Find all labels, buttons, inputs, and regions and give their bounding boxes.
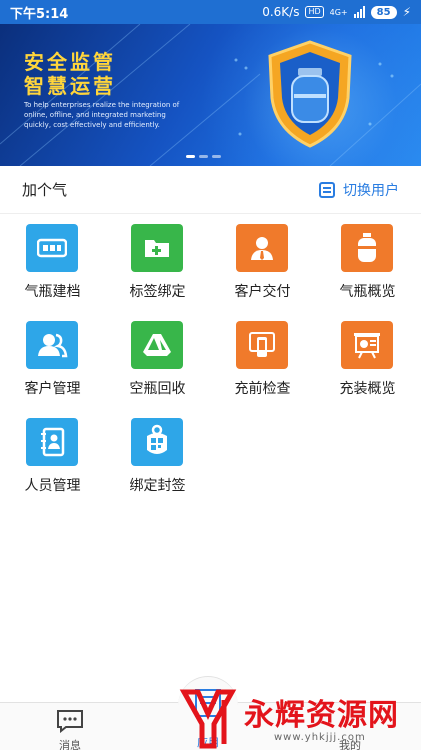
app-label: 标签绑定 (129, 284, 186, 300)
network-type: 4G+ (329, 7, 348, 17)
signal-icon (353, 6, 365, 18)
users-icon (26, 321, 78, 369)
switch-user-label: 切换用户 (343, 182, 399, 199)
app-label: 人员管理 (24, 478, 81, 494)
hd-badge: HD (305, 6, 324, 18)
app-label: 气瓶概览 (339, 284, 396, 300)
qr-tag-icon (131, 418, 183, 466)
app-tile-empty-recycle[interactable]: 空瓶回收 (105, 311, 210, 407)
banner-title: 安全监管 智慧运营 (24, 50, 116, 98)
network-speed: 0.6K/s (262, 5, 300, 19)
switch-icon (319, 181, 335, 198)
folder-plus-icon (131, 224, 183, 272)
app-label: 客户交付 (234, 284, 291, 300)
phone-check-icon (236, 321, 288, 369)
battery-level: 85 (370, 5, 397, 19)
company-name: 加个气 (22, 181, 68, 199)
app-label: 客户管理 (24, 381, 81, 397)
person-icon (236, 224, 288, 272)
app-tile-customer-delivery[interactable]: 客户交付 (210, 214, 315, 310)
app-tile-cylinder-archive[interactable]: 气瓶建档 (0, 214, 105, 310)
status-indicators: 0.6K/s HD 4G+ 85 ⚡ (262, 5, 411, 19)
banner-description: To help enterprises realize the integrat… (24, 101, 180, 129)
recycle-icon (131, 321, 183, 369)
carousel-indicator[interactable] (186, 155, 221, 158)
app-tile-cylinder-overview[interactable]: 气瓶概览 (315, 214, 420, 310)
app-label: 绑定封签 (129, 478, 186, 494)
app-label: 充装概览 (339, 381, 396, 397)
app-tile-staff-management[interactable]: 人员管理 (0, 408, 105, 504)
app-tile-customer-management[interactable]: 客户管理 (0, 311, 105, 407)
id-card-icon (26, 224, 78, 272)
app-label: 气瓶建档 (24, 284, 81, 300)
app-label: 空瓶回收 (129, 381, 186, 397)
app-tile-prefill-check[interactable]: 充前检查 (210, 311, 315, 407)
carousel-dot[interactable] (212, 155, 221, 158)
presentation-icon (341, 321, 393, 369)
app-tile-filling-overview[interactable]: 充装概览 (315, 311, 420, 407)
app-tile-tag-binding[interactable]: 标签绑定 (105, 214, 210, 310)
app-tile-bind-seal[interactable]: 绑定封签 (105, 408, 210, 504)
carousel-dot[interactable] (186, 155, 195, 158)
watermark-url: www.yhkjjj.com (274, 732, 366, 743)
company-header: 加个气 切换用户 (0, 166, 421, 214)
chat-icon (57, 710, 83, 733)
contacts-book-icon (26, 418, 78, 466)
watermark: 永辉资源网 www.yhkjjj.com (178, 686, 421, 750)
nav-messages-label: 消息 (59, 739, 81, 750)
status-time: 下午5:14 (10, 6, 69, 22)
banner-title-line2: 智慧运营 (24, 74, 116, 98)
charging-icon: ⚡ (402, 5, 411, 19)
switch-user-button[interactable]: 切换用户 (319, 180, 399, 200)
carousel-dot[interactable] (199, 155, 208, 158)
banner-title-line1: 安全监管 (24, 50, 116, 74)
gas-cylinder-icon (341, 224, 393, 272)
nav-messages[interactable]: 消息 (30, 703, 110, 750)
watermark-text: 永辉资源网 (244, 698, 399, 733)
watermark-logo (179, 689, 237, 749)
status-bar: 下午5:14 0.6K/s HD 4G+ 85 ⚡ (0, 0, 421, 24)
banner-carousel[interactable]: 安全监管 智慧运营 To help enterprises realize th… (0, 24, 421, 166)
shield-icon (262, 38, 358, 150)
app-label: 充前检查 (234, 381, 291, 397)
